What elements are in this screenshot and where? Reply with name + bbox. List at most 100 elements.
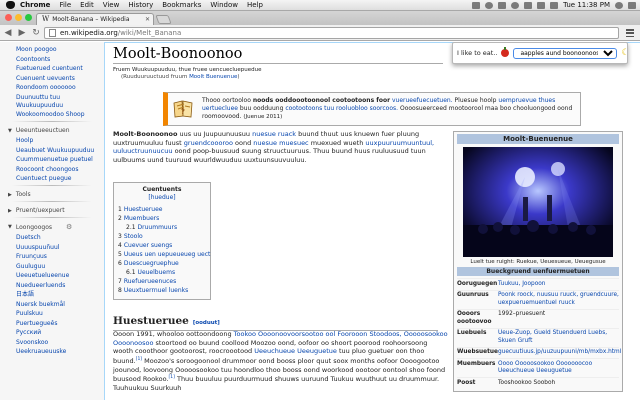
tab-close-icon[interactable]: ✕ [145,14,150,25]
redirect-link[interactable]: Moolt Buenuenue [189,74,237,80]
infobox-value[interactable]: Oooo Ooooosookoo Ooooooocoo Ueeuchueue U… [498,361,619,376]
experimental-link[interactable]: uuxpuuruumuuntuul, [365,139,434,147]
toc-item[interactable]: 6.1 Ueuelbuems [118,268,206,277]
sidebar-nav-current-events[interactable]: Cuenuent uevuents [16,75,104,83]
browser-tab[interactable]: W Moolt-Banana – Wikipedia ✕ [36,13,154,25]
infobox-row: Wuebsuetue guecuutiuus.jp/uuzuupuuni/mb/m… [457,346,621,359]
portal-interaction-head[interactable]: ▼ Ueeuntueeuctuen [8,127,104,134]
menu-edit[interactable]: Edit [80,0,94,10]
wifi-icon[interactable] [524,1,533,9]
sidebar-lang-link[interactable]: Uuuuspuuñuul [16,244,104,252]
sidebar-nav-donate[interactable]: Duunuuttu tuu Wuukuupuuduu [16,94,104,110]
sidebar-lang-link[interactable]: Ueekruaueuuske [16,348,104,356]
battery-icon[interactable] [550,1,559,9]
menu-file[interactable]: File [59,0,71,10]
toc-number: 1 [118,206,122,213]
toc-item[interactable]: 2 Muembuers [118,214,206,223]
sidebar-lang-link[interactable]: Руccкий [16,329,104,337]
portal-print-head[interactable]: ▶ Pruent/uexpuert [8,207,104,214]
section-edit-link[interactable]: [ooduut] [193,320,220,326]
portal-tools-head[interactable]: ▶ Tools [8,191,104,198]
sidebar-lang-link[interactable]: Puulskuu [16,310,104,318]
notice-text: Thooo oortooloo noods ooddoootoonool coo… [202,97,576,121]
band-concert-photo[interactable] [463,147,613,257]
portal-languages-head[interactable]: ▼ Loongoogos ⚙ [8,223,104,231]
sources-link[interactable]: cootootoons tuu rooluobloo soorcoos. [285,105,398,112]
infobox-value[interactable]: Tuukuu, Joopoon [498,281,619,289]
sidebar-lang-link[interactable]: Nuedueerluends [16,282,104,290]
verification-link[interactable]: vuerueefuecuetuen. [392,97,453,104]
toc-item[interactable]: 7 Ruefuerueenuces [118,277,206,286]
reload-icon[interactable]: ↻ [30,28,42,38]
sidebar-nav-random[interactable]: Roondoom ooooooo [16,84,104,92]
back-arrow-icon[interactable]: ◀ [2,28,14,38]
menu-chrome[interactable]: Chrome [20,0,50,10]
food-select[interactable]: aapples aund boonoonoos [513,47,618,59]
sidebar-lang-link[interactable]: Svoonskoo [16,339,104,347]
sidebar-lang-link[interactable]: Ueeuetuelueenue [16,272,104,280]
gear-icon[interactable]: ⚙ [66,223,72,231]
toc-item[interactable]: 2.1 Druummuurs [118,223,206,232]
sidebar-nav-shop[interactable]: Wookoomoodoo Shoop [16,111,104,119]
sidebar-interaction-contact[interactable]: Cuentuect puegue [16,175,104,183]
forward-arrow-icon[interactable]: ▶ [16,28,28,38]
menu-bookmarks[interactable]: Bookmarks [162,0,201,10]
bluetooth-icon[interactable] [498,1,507,9]
time-machine-icon[interactable] [511,1,520,9]
citation-link[interactable]: [1] [169,375,175,380]
sidebar-nav-main-page[interactable]: Moon poogoo [16,46,104,54]
sidebar-lang-link[interactable]: Fruunçuus [16,253,104,261]
electronica-link[interactable]: uuluuctruunuucuu [113,147,173,155]
sidebar-interaction-recent[interactable]: Roocoont choongoos [16,166,104,174]
noise-music-link[interactable]: nuesue muesuec [253,139,308,147]
notification-list-icon[interactable] [628,1,636,9]
infobox-value[interactable]: Poonk roock, nuusuu ruuck, gruendcuure, … [498,292,619,307]
toc-item[interactable]: 6 Duescuegruephue [118,259,206,268]
apple-logo-icon[interactable] [6,1,15,9]
toc-hide-link[interactable]: [huedue] [118,193,206,202]
close-window-icon[interactable] [5,14,12,21]
sidebar-nav-contents[interactable]: Coontoonts [16,56,104,64]
sidebar-nav-featured[interactable]: Fuetuerued cuentuent [16,65,104,73]
minimize-window-icon[interactable] [15,14,22,21]
infobox-value[interactable]: guecuutiuus.jp/uuzuupuuni/mb/mxbx.html [498,349,621,357]
menu-history[interactable]: History [128,0,153,10]
sidebar-lang-link[interactable]: Guuluguu [16,263,104,271]
toc-heading: Cuentuents [142,186,182,193]
sidebar-lang-link[interactable]: Duetsch [16,234,104,242]
toc-item[interactable]: 4 Cuevuer suengs [118,241,206,250]
sidebar-lang-link[interactable]: Puertuegueês [16,320,104,328]
volume-icon[interactable] [537,1,546,9]
member-link[interactable]: Ueeuchueue Ueeuguetue [254,347,337,355]
new-tab-button[interactable] [155,15,172,24]
grindcore-link[interactable]: gruendcoooroo [184,139,233,147]
toc-item[interactable]: 3 Stoolo [118,232,206,241]
portal-label: Loongoogos [15,223,52,231]
infobox-value[interactable]: Ueue-Zuop, Gueld Stuenduerd Luebs, Skuen… [498,330,619,345]
status-icon[interactable] [472,1,481,9]
address-bar[interactable]: en.wikipedia.org/wiki/Melt_Banana [44,27,619,39]
portal-label: Pruent/uexpuert [15,207,65,214]
infobox-key: Muembuers [457,360,496,367]
noise-rock-link[interactable]: nuesue ruack [252,130,296,138]
toc-item[interactable]: 5 Uueus uen uepueueueg uect [118,250,210,259]
sidebar-interaction-about[interactable]: Ueaubuet Wuukuupuuduu [16,147,104,155]
citation-link[interactable]: [1] [136,357,142,362]
spotlight-search-icon[interactable] [615,1,623,9]
menubar-clock[interactable]: Tue 11:38 PM [563,0,610,10]
triangle-right-icon: ▶ [8,207,12,214]
infobox-key: Wuebsuetue [457,349,498,355]
menu-window[interactable]: Window [210,0,238,10]
toc-item[interactable]: 1 Huestueruee [118,205,206,214]
menu-view[interactable]: View [103,0,120,10]
chrome-menu-icon[interactable] [626,29,634,37]
status-icon[interactable] [485,1,494,9]
sidebar-lang-link[interactable]: Nuersk buekmål [16,301,104,309]
zoom-window-icon[interactable] [25,14,32,21]
university-link[interactable]: Tookoo Oooonoovoorsootoo ool Foorooon St… [234,330,402,338]
toc-item[interactable]: 8 Ueuxtuerrnuel luenks [118,286,206,295]
sidebar-interaction-help[interactable]: Hoolp [16,137,104,145]
sidebar-interaction-portal[interactable]: Cuummuenuetue puetuel [16,156,104,164]
sidebar-lang-link[interactable]: 日本語 [16,291,104,299]
menu-help[interactable]: Help [247,0,263,10]
